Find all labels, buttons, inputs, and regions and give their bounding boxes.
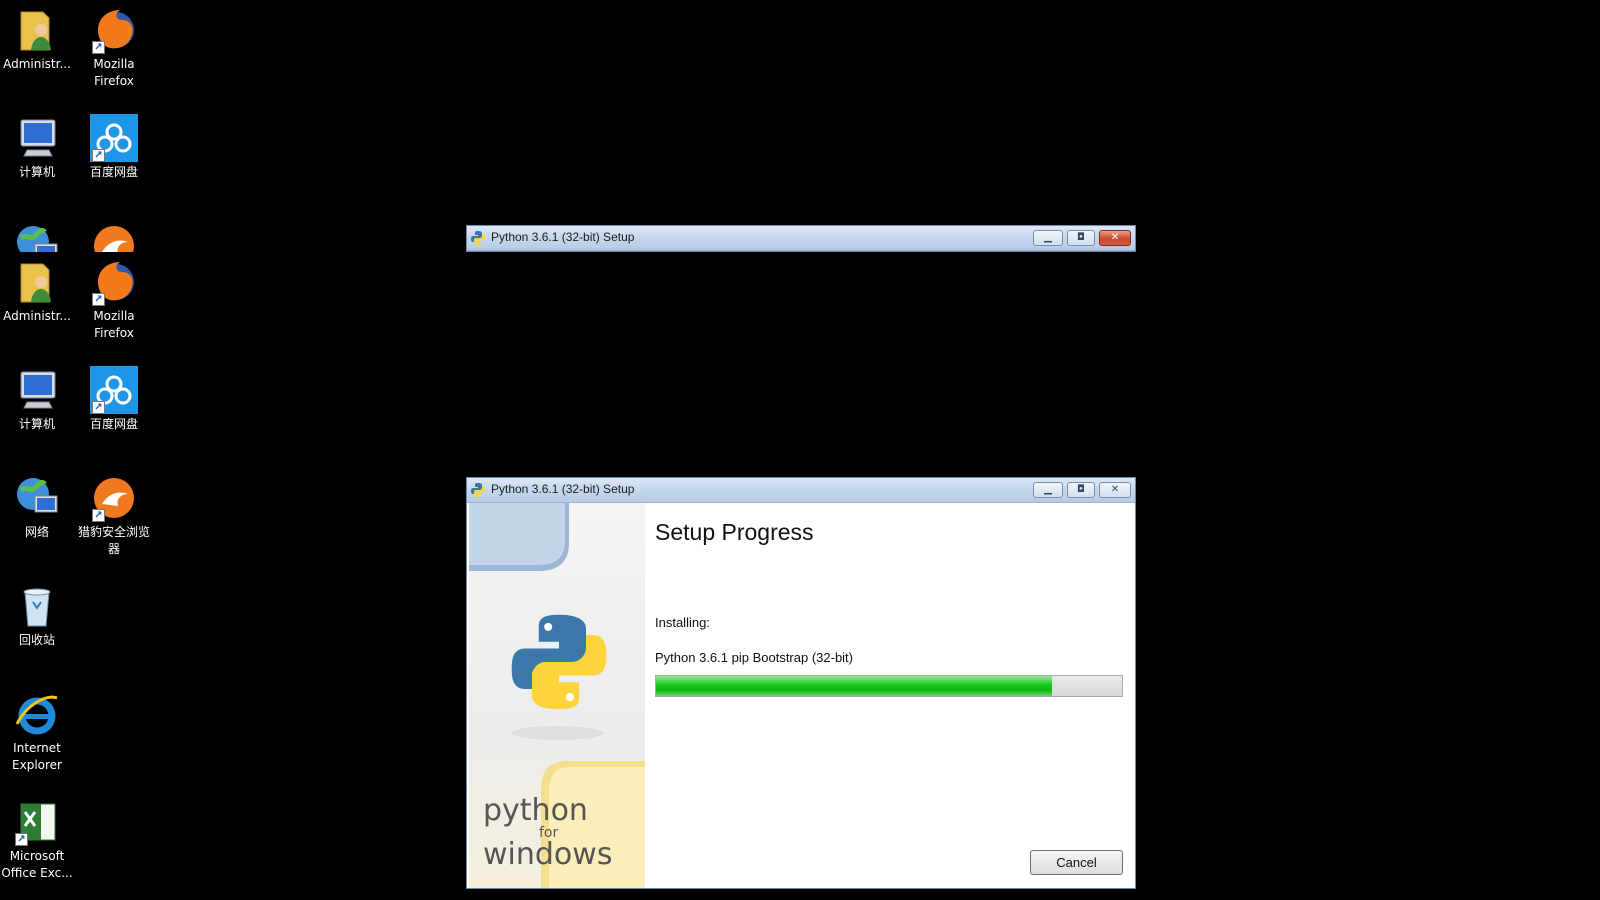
brand-line-windows: windows [483, 837, 613, 872]
minimize-button[interactable]: ▁ [1033, 230, 1063, 246]
cancel-button[interactable]: Cancel [1030, 850, 1123, 875]
baidu-netdisk-icon: ↗ [90, 114, 138, 162]
desktop-icon-network[interactable]: 网络 [0, 474, 74, 541]
user-folder-icon [13, 6, 61, 54]
close-button[interactable]: ✕ [1099, 230, 1131, 246]
computer-icon [13, 366, 61, 414]
setup-window-titlebar-ghost[interactable]: Python 3.6.1 (32-bit) Setup ▁ ◘ ✕ [466, 225, 1136, 252]
excel-icon: ↗ [13, 798, 61, 846]
baidu-netdisk-icon: ↗ [90, 366, 138, 414]
desktop-icon-label: 计算机 [18, 417, 55, 431]
liebao-browser-icon: ↗ [90, 474, 138, 522]
brand-line-python: python [483, 793, 588, 828]
current-package-label: Python 3.6.1 pip Bootstrap (32-bit) [655, 650, 854, 665]
progress-fill [656, 676, 1053, 696]
desktop-icon-label: Microsoft Office Exc... [1, 849, 73, 880]
python-branding-panel: python for windows [469, 503, 645, 888]
python-icon [471, 483, 485, 497]
desktop-icon-label: Mozilla Firefox [93, 309, 135, 340]
desktop-icon-label: Administr... [3, 309, 71, 323]
desktop-icon-baidu-netdisk[interactable]: ↗ 百度网盘 [77, 114, 151, 181]
python-logo-icon [511, 614, 607, 710]
window-titlebar[interactable]: Python 3.6.1 (32-bit) Setup ▁ ◘ ✕ [467, 226, 1135, 251]
close-button[interactable]: ✕ [1099, 482, 1131, 498]
desktop-icon-label: 百度网盘 [89, 165, 138, 179]
desktop-icon-firefox[interactable]: ↗ Mozilla Firefox [77, 258, 151, 342]
desktop-icon-label: 猎豹安全浏览器 [77, 525, 150, 556]
desktop-icon-computer[interactable]: 计算机 [0, 366, 74, 433]
desktop-icon-label: 计算机 [18, 165, 55, 179]
desktop-icon-network-partial[interactable] [0, 222, 74, 252]
window-title: Python 3.6.1 (32-bit) Setup [491, 482, 635, 496]
firefox-icon: ↗ [90, 6, 138, 54]
desktop-icon-label: Administr... [3, 57, 71, 71]
setup-body: python for windows Setup Progress Instal… [467, 503, 1135, 888]
desktop-icon-label: 回收站 [18, 633, 55, 647]
desktop-icon-administrator[interactable]: Administr... [0, 6, 74, 73]
shortcut-arrow-icon: ↗ [92, 149, 105, 162]
desktop-icon-recycle-bin[interactable]: 回收站 [0, 582, 74, 649]
firefox-icon: ↗ [90, 258, 138, 306]
maximize-button[interactable]: ◘ [1067, 230, 1095, 246]
setup-content: Setup Progress Installing: Python 3.6.1 … [645, 503, 1133, 888]
setup-window: Python 3.6.1 (32-bit) Setup ▁ ◘ ✕ python… [466, 477, 1136, 889]
network-icon [13, 222, 61, 252]
install-progress-bar [655, 675, 1123, 697]
desktop-icon-liebao-partial[interactable] [77, 222, 151, 252]
window-title: Python 3.6.1 (32-bit) Setup [491, 230, 635, 244]
shortcut-arrow-icon: ↗ [15, 833, 28, 846]
liebao-browser-icon [90, 222, 138, 252]
maximize-button[interactable]: ◘ [1067, 482, 1095, 498]
shortcut-arrow-icon: ↗ [92, 41, 105, 54]
desktop-icon-administrator[interactable]: Administr... [0, 258, 74, 325]
shortcut-arrow-icon: ↗ [92, 509, 105, 522]
desktop-icon-baidu-netdisk[interactable]: ↗ 百度网盘 [77, 366, 151, 433]
desktop-icon-firefox[interactable]: ↗ Mozilla Firefox [77, 6, 151, 90]
python-icon [471, 231, 485, 245]
minimize-button[interactable]: ▁ [1033, 482, 1063, 498]
computer-icon [13, 114, 61, 162]
desktop-icon-label: 网络 [24, 525, 49, 539]
page-title: Setup Progress [655, 519, 814, 545]
user-folder-icon [13, 258, 61, 306]
window-titlebar[interactable]: Python 3.6.1 (32-bit) Setup ▁ ◘ ✕ [467, 478, 1135, 503]
desktop-icon-label: Mozilla Firefox [93, 57, 135, 88]
internet-explorer-icon [13, 690, 61, 738]
recycle-bin-icon [13, 582, 61, 630]
installing-label: Installing: [655, 615, 710, 630]
desktop-icon-internet-explorer[interactable]: Internet Explorer [0, 690, 74, 774]
desktop-icon-computer[interactable]: 计算机 [0, 114, 74, 181]
network-icon [13, 474, 61, 522]
desktop-icon-label: 百度网盘 [89, 417, 138, 431]
shortcut-arrow-icon: ↗ [92, 293, 105, 306]
desktop-icon-label: Internet Explorer [12, 741, 62, 772]
desktop-icon-excel[interactable]: ↗ Microsoft Office Exc... [0, 798, 74, 882]
desktop-icon-liebao-browser[interactable]: ↗ 猎豹安全浏览器 [77, 474, 151, 558]
shortcut-arrow-icon: ↗ [92, 401, 105, 414]
